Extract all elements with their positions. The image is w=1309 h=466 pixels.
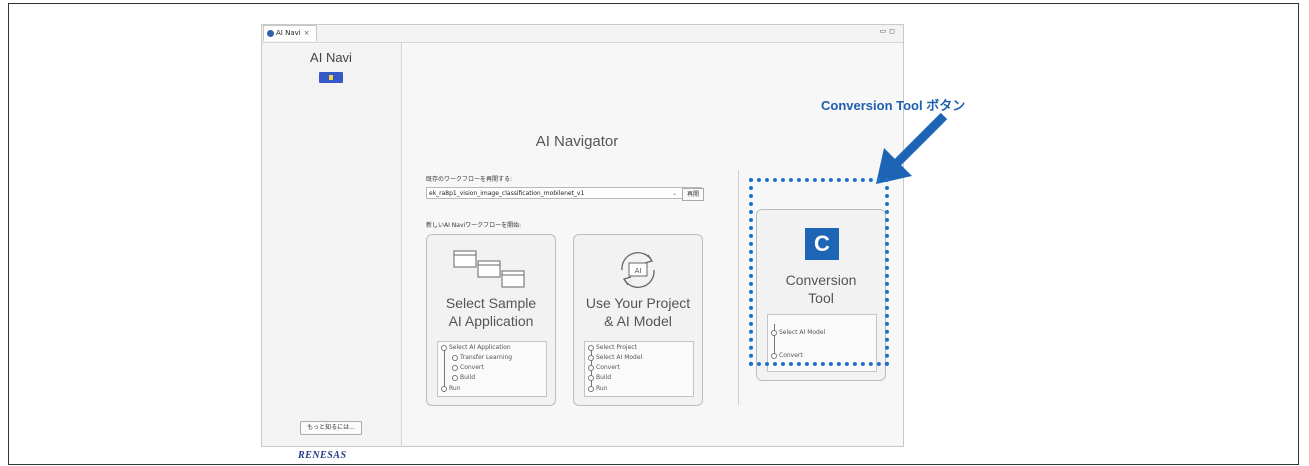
step-item: Select AI Application	[441, 344, 511, 351]
navigator-home-icon[interactable]	[319, 72, 343, 83]
resume-button[interactable]: 再開	[682, 188, 704, 201]
step-item: Build	[452, 374, 475, 381]
step-item: Run	[588, 385, 608, 392]
chevron-down-icon[interactable]: ⌄	[672, 188, 677, 199]
close-icon[interactable]: ×	[304, 29, 310, 37]
step-list: Select Project Select AI Model Convert B…	[584, 341, 694, 397]
sidebar: AI Navi もっと知るには... RENESAS	[262, 42, 400, 461]
svg-text:AI: AI	[635, 267, 642, 275]
step-item: Select AI Model	[588, 354, 642, 361]
maximize-icon[interactable]: ◻	[889, 27, 898, 35]
step-item: Convert	[588, 364, 620, 371]
page-title: AI Navigator	[535, 133, 619, 150]
minimize-icon[interactable]: ▭	[880, 27, 890, 35]
more-info-button[interactable]: もっと知るには...	[300, 421, 362, 435]
ai-cycle-icon: AI	[621, 252, 655, 288]
ai-navi-icon	[267, 29, 274, 37]
card-title-line1: Select Sample	[445, 295, 537, 311]
card-title-line2: AI Application	[448, 313, 534, 329]
card-title-line2: & AI Model	[604, 313, 672, 329]
sidebar-title: AI Navi	[310, 50, 352, 65]
workflow-select[interactable]: ek_ra8p1_vision_image_classification_mob…	[426, 187, 702, 199]
highlight-box	[749, 178, 889, 366]
tab-ai-navi[interactable]: AI Navi ×	[263, 25, 317, 41]
step-item: Select Project	[588, 344, 637, 351]
section-divider	[738, 170, 739, 405]
select-sample-ai-application-card[interactable]: Select Sample AI Application Select AI A…	[426, 234, 556, 406]
use-your-project-ai-model-card[interactable]: AI Use Your Project & AI Model Select Pr…	[573, 234, 703, 406]
step-item: Convert	[452, 364, 484, 371]
step-item: Transfer Learning	[452, 354, 512, 361]
card-title-line1: Use Your Project	[585, 295, 691, 311]
workflow-select-value: ek_ra8p1_vision_image_classification_mob…	[429, 190, 585, 197]
step-item: Run	[441, 385, 461, 392]
tab-bar: AI Navi × ▭◻	[262, 25, 903, 43]
renesas-logo: RENESAS	[298, 450, 347, 461]
step-item: Build	[588, 374, 611, 381]
tab-label: AI Navi	[276, 29, 301, 37]
new-workflow-label: 新しいAI Naviワークフローを開始:	[426, 222, 522, 229]
window-controls: ▭◻	[880, 27, 898, 35]
app-windows-icon	[453, 250, 525, 288]
step-list: Select AI Application Transfer Learning …	[437, 341, 547, 397]
resume-label: 既存のワークフローを再開する:	[426, 176, 513, 183]
